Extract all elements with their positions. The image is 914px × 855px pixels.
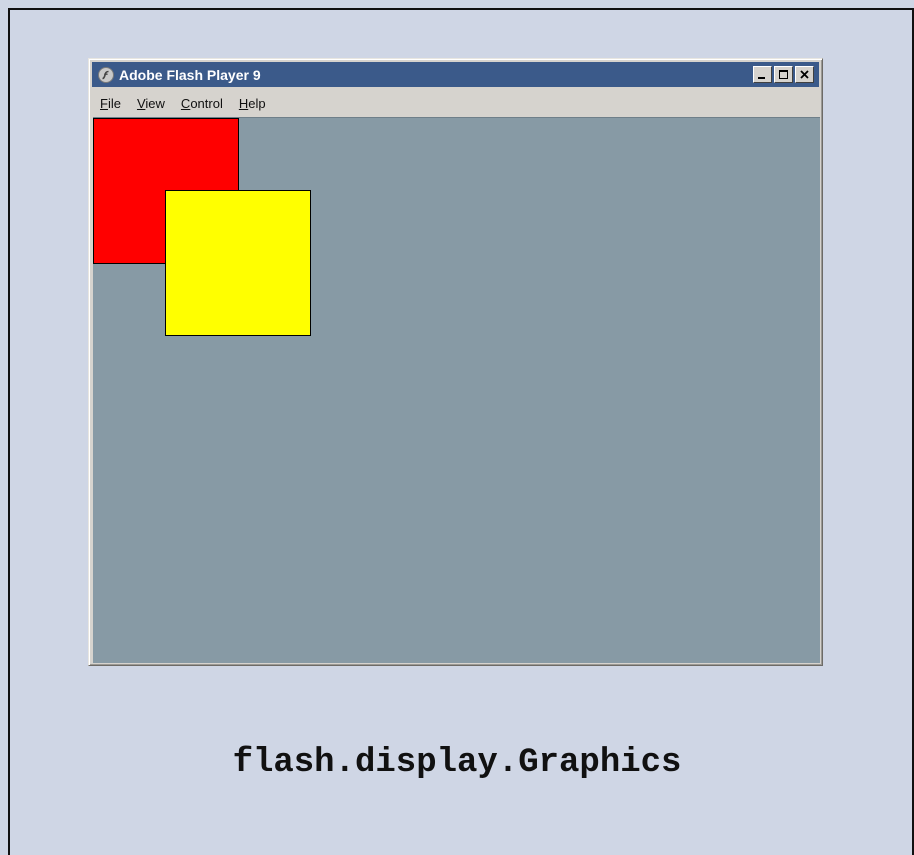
maximize-icon <box>779 70 788 79</box>
slide-caption: flash.display.Graphics <box>232 744 682 782</box>
menu-bar: File View Control Help <box>92 89 819 117</box>
flash-player-window: Adobe Flash Player 9 File View Control H… <box>88 58 823 666</box>
flash-player-icon[interactable] <box>98 66 114 83</box>
window-title: Adobe Flash Player 9 <box>119 66 261 83</box>
close-icon <box>800 70 809 79</box>
flash-stage[interactable] <box>93 117 820 663</box>
window-controls <box>753 66 814 83</box>
close-button[interactable] <box>795 66 814 83</box>
minimize-button[interactable] <box>753 66 772 83</box>
menu-view[interactable]: View <box>137 96 165 111</box>
maximize-button[interactable] <box>774 66 793 83</box>
minimize-icon <box>758 77 765 79</box>
title-bar[interactable]: Adobe Flash Player 9 <box>92 62 819 87</box>
menu-control[interactable]: Control <box>181 96 223 111</box>
yellow-square <box>165 190 311 336</box>
menu-file[interactable]: File <box>100 96 121 111</box>
menu-help[interactable]: Help <box>239 96 266 111</box>
